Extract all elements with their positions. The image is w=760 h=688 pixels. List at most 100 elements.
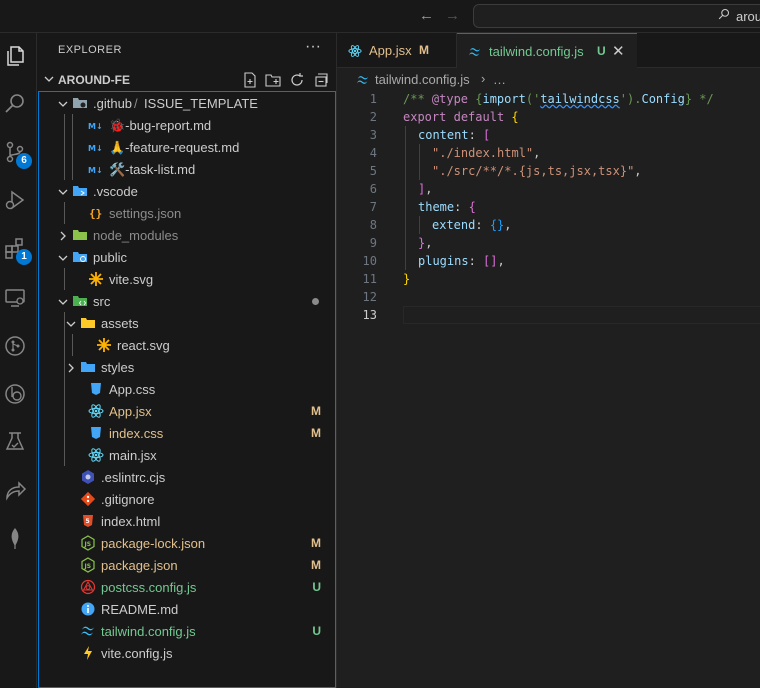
tree-item-label: 🛠️-task-list.md [109, 162, 196, 177]
code-line: 9}, [337, 234, 760, 252]
tree-item-label: main.jsx [109, 448, 157, 463]
tree-file[interactable]: postcss.config.js U [39, 576, 335, 598]
tree-folder[interactable]: styles [39, 356, 335, 378]
remote-explorer-icon[interactable] [3, 286, 27, 310]
extensions-badge: 1 [16, 249, 32, 265]
breadcrumb-symbol[interactable]: … [493, 72, 506, 87]
new-folder-icon[interactable] [265, 72, 281, 88]
mongodb-icon[interactable] [3, 526, 27, 550]
source-control-icon[interactable]: 6 [3, 140, 32, 169]
close-icon[interactable]: ✕ [612, 42, 625, 60]
tree-file[interactable]: {} settings.json [39, 202, 335, 224]
chevron-right-icon [57, 229, 69, 241]
svg-text:M↓: M↓ [88, 122, 103, 131]
svg-text:5: 5 [86, 518, 90, 525]
tree-file[interactable]: tailwind.config.js U [39, 620, 335, 642]
line-number: 12 [362, 290, 377, 304]
explorer-sidebar: EXPLORER ··· AROUND-FE .github / ISSUE_TEM… [37, 33, 337, 688]
tree-item-label: src [93, 294, 111, 309]
tree-item-label: 🙏-feature-request.md [109, 140, 240, 155]
tree-file[interactable]: App.jsx M [39, 400, 335, 422]
back-arrow-icon[interactable]: ← [419, 7, 434, 24]
svg-text:M↓: M↓ [88, 144, 103, 153]
markdown-icon: M↓ [88, 161, 104, 177]
tree-file[interactable]: M↓ 🛠️-task-list.md [39, 158, 335, 180]
compact-folder-separator: / [134, 96, 138, 111]
tree-item-label: assets [101, 316, 139, 331]
svg-icon [96, 337, 112, 353]
tree-item-label: .github [93, 96, 133, 111]
chevron-down-icon [57, 251, 69, 263]
tree-item-label: App.jsx [109, 404, 152, 419]
tree-item-label: index.css [109, 426, 164, 441]
run-debug-icon[interactable] [3, 188, 27, 212]
markdown-icon: M↓ [88, 117, 104, 133]
chevron-down-icon [65, 317, 77, 329]
collapse-all-icon[interactable] [313, 72, 329, 88]
svg-text:JS: JS [84, 563, 92, 570]
tree-file[interactable]: M↓ 🙏-feature-request.md [39, 136, 335, 158]
tree-folder[interactable]: node_modules [39, 224, 335, 246]
refresh-icon[interactable] [289, 72, 305, 88]
folder-public-icon [72, 249, 88, 265]
tree-item-label: vite.svg [109, 272, 154, 287]
react-icon [88, 447, 104, 463]
tree-file[interactable]: main.jsx [39, 444, 335, 466]
tree-file[interactable]: JS package.json M [39, 554, 335, 576]
code-line: 5 "./src/**/*.{js,ts,jsx,tsx}", [337, 162, 760, 180]
tree-item-label: postcss.config.js [101, 580, 197, 595]
svg-text:M↓: M↓ [88, 166, 103, 175]
tree-folder[interactable]: assets [39, 312, 335, 334]
tree-item-label: settings.json [109, 206, 182, 221]
tree-item-label: .eslintrc.cjs [101, 470, 166, 485]
tree-file[interactable]: 5 index.html [39, 510, 335, 532]
tree-file[interactable]: M↓ 🐞-bug-report.md [39, 114, 335, 136]
tree-item-label: index.html [101, 514, 161, 529]
css-icon [88, 381, 104, 397]
tree-folder[interactable]: .vscode [39, 180, 335, 202]
tree-file[interactable]: vite.svg [39, 268, 335, 290]
new-file-icon[interactable] [242, 72, 258, 88]
testing-icon[interactable] [3, 430, 27, 454]
tree-folder[interactable]: .github / ISSUE_TEMPLATE [39, 92, 335, 114]
tree-file[interactable]: JS package-lock.json M [39, 532, 335, 554]
tree-item-label: react.svg [117, 338, 170, 353]
tree-file[interactable]: react.svg [39, 334, 335, 356]
tree-file[interactable]: index.css M [39, 422, 335, 444]
tree-item-label: App.css [109, 382, 156, 397]
line-number: 11 [362, 272, 377, 286]
line-number: 3 [369, 128, 377, 142]
source-control-badge: 6 [16, 153, 32, 169]
tree-file[interactable]: App.css [39, 378, 335, 400]
command-center-search[interactable]: arou [473, 4, 760, 28]
line-number: 9 [369, 236, 377, 250]
gitlens-icon[interactable] [3, 382, 27, 406]
more-actions-icon[interactable]: ··· [305, 38, 321, 56]
code-editor[interactable]: 1/** @type {import('tailwindcss').Config… [337, 90, 760, 324]
nodejs-icon: JS [80, 557, 96, 573]
tab-app-jsx[interactable]: App.jsx M [337, 33, 457, 68]
files-icon[interactable] [3, 44, 27, 68]
tree-folder[interactable]: public [39, 246, 335, 268]
workspace-section-header[interactable]: AROUND-FE [37, 69, 337, 91]
tree-item-label-2: ISSUE_TEMPLATE [144, 96, 258, 111]
line-number: 6 [369, 182, 377, 196]
tree-file[interactable]: .eslintrc.cjs [39, 466, 335, 488]
tree-file[interactable]: .gitignore [39, 488, 335, 510]
react-icon [88, 403, 104, 419]
tree-file[interactable]: vite.config.js [39, 642, 335, 664]
git-graph-icon[interactable] [3, 334, 27, 358]
extensions-icon[interactable]: 1 [3, 236, 32, 265]
tree-folder[interactable]: src [39, 290, 335, 312]
folder-assets-icon [80, 315, 96, 331]
svg-text:{}: {} [89, 207, 102, 220]
tab-tailwind-config[interactable]: tailwind.config.js U ✕ [457, 33, 637, 69]
tree-file[interactable]: README.md [39, 598, 335, 620]
search-icon[interactable] [3, 92, 27, 116]
forward-arrow-icon[interactable]: → [445, 7, 460, 24]
folder-node-icon [72, 227, 88, 243]
folder-styles-icon [80, 359, 96, 375]
breadcrumb-file[interactable]: tailwind.config.js [375, 72, 470, 87]
code-line: 10 plugins: [], [337, 252, 760, 270]
live-share-icon[interactable] [3, 478, 27, 502]
